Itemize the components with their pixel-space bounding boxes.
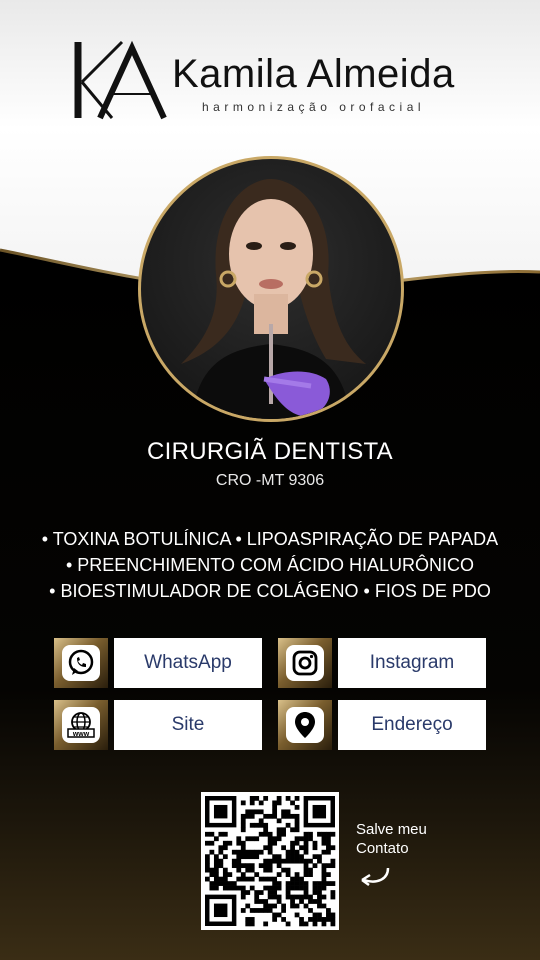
profession-title: CIRURGIÃ DENTISTA	[146, 438, 393, 465]
instagram-button[interactable]: Instagram	[338, 638, 486, 688]
services-line: • PREENCHIMENTO COM ÁCIDO HIALURÔNICO	[65, 555, 474, 575]
services-line: • TOXINA BOTULÍNICA • LIPOASPIRAÇÃO DE P…	[41, 529, 499, 549]
contact-card: Kamila Almeida harmonização orofacial CI…	[0, 0, 540, 960]
instagram-link[interactable]: Instagram	[278, 638, 486, 688]
whatsapp-icon	[68, 649, 94, 675]
address-button[interactable]: Endereço	[338, 700, 486, 750]
save-caption-line: Contato	[356, 840, 409, 857]
curved-arrow-icon	[361, 867, 390, 887]
whatsapp-link[interactable]: WhatsApp	[54, 638, 262, 688]
address-link[interactable]: Endereço	[278, 700, 486, 750]
registration-number: CRO -MT 9306	[215, 472, 325, 489]
services-line: • BIOESTIMULADOR DE COLÁGENO • FIOS DE P…	[49, 581, 491, 601]
whatsapp-button[interactable]: WhatsApp	[114, 638, 262, 688]
contact-qr-code[interactable]	[201, 792, 339, 930]
site-link[interactable]: www Site	[54, 700, 262, 750]
globe-www-icon: www	[67, 712, 95, 738]
brand-subtitle: harmonização orofacial	[202, 100, 426, 114]
brand-logo: Kamila Almeida harmonização orofacial	[70, 38, 480, 128]
services-list: • TOXINA BOTULÍNICA • LIPOASPIRAÇÃO DE P…	[0, 526, 540, 604]
instagram-icon	[292, 650, 318, 676]
profile-photo	[138, 156, 404, 422]
ka-monogram-logo	[74, 40, 167, 120]
svg-text:www: www	[72, 731, 90, 738]
location-pin-icon	[295, 712, 315, 738]
brand-name: Kamila Almeida	[172, 52, 455, 96]
save-contact-caption: Salve meu Contato	[356, 820, 427, 858]
site-button[interactable]: Site	[114, 700, 262, 750]
save-caption-line: Salve meu	[356, 821, 427, 838]
